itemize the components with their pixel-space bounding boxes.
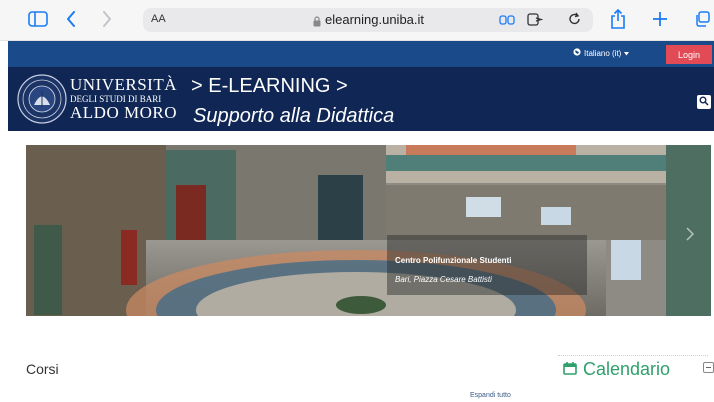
calendar-title-text: Calendario <box>583 359 671 379</box>
caption-subtitle: Bari, Piazza Cesare Battisti <box>395 275 492 284</box>
calendar-icon <box>563 359 577 380</box>
section-title-courses: Corsi <box>26 361 59 377</box>
extensions-icon[interactable] <box>527 12 544 32</box>
collapse-block-button[interactable] <box>703 362 714 373</box>
lock-icon <box>313 14 321 32</box>
text-size-button[interactable]: AA <box>151 13 166 25</box>
browser-toolbar: AA elearning.uniba.it <box>0 0 714 41</box>
site-breadcrumb[interactable]: > E-LEARNING > <box>191 75 348 98</box>
search-button[interactable] <box>697 95 711 109</box>
sidebar-icon[interactable] <box>28 8 48 30</box>
university-name: UNIVERSITÀ <box>70 75 177 94</box>
university-seal-logo[interactable] <box>17 74 67 129</box>
hero-photo-interior <box>26 145 711 316</box>
caption-title: Centro Polifunzionale Studenti <box>395 256 512 265</box>
search-icon <box>699 93 709 111</box>
carousel-caption: Centro Polifunzionale Studenti Bari, Pia… <box>387 235 587 295</box>
language-label: Italiano (it) <box>584 48 622 58</box>
share-icon[interactable] <box>610 8 626 30</box>
carousel-next-icon[interactable] <box>686 227 695 246</box>
expand-all-label: Espandi tutto <box>470 392 511 399</box>
tabs-overview-icon[interactable] <box>694 8 710 30</box>
calendar-divider <box>558 355 708 356</box>
reload-icon[interactable] <box>568 11 582 32</box>
url-text: elearning.uniba.it <box>325 12 425 27</box>
top-navbar: Italiano (it) Login <box>8 41 714 67</box>
language-menu[interactable]: Italiano (it) <box>573 48 630 58</box>
reader-icon[interactable] <box>499 13 515 31</box>
expand-all-link[interactable]: Espandi tutto <box>470 392 511 399</box>
hero-carousel: Centro Polifunzionale Studenti Bari, Pia… <box>26 145 711 316</box>
calendar-block-title: Calendario <box>563 359 670 380</box>
site-header: UNIVERSITÀ DEGLI STUDI DI BARI ALDO MORO… <box>8 67 714 131</box>
minus-icon <box>706 367 711 368</box>
university-name-tertiary: ALDO MORO <box>70 103 177 122</box>
site-subtitle: Supporto alla Didattica <box>193 105 395 127</box>
new-tab-icon[interactable] <box>652 8 668 30</box>
forward-icon[interactable] <box>102 8 112 30</box>
login-button[interactable]: Login <box>666 45 712 64</box>
globe-icon <box>573 48 581 58</box>
back-icon[interactable] <box>66 8 76 30</box>
caret-down-icon <box>624 49 630 58</box>
address-bar[interactable]: AA elearning.uniba.it <box>143 8 593 32</box>
